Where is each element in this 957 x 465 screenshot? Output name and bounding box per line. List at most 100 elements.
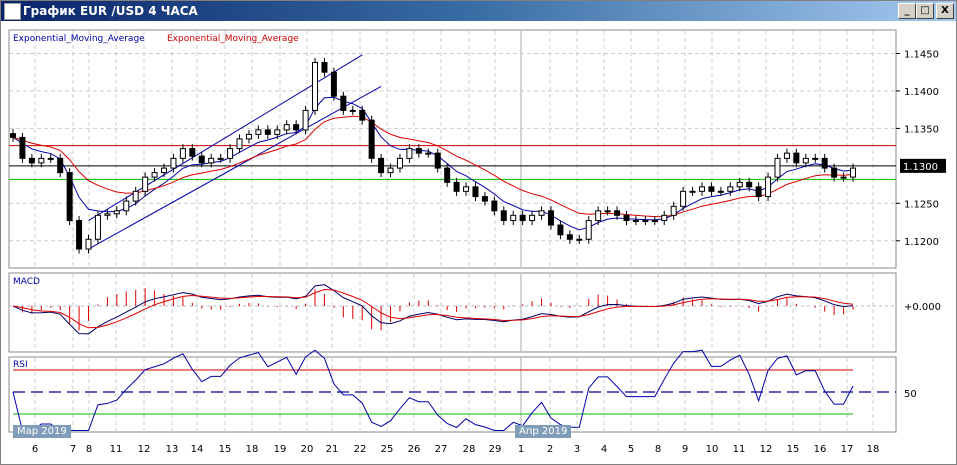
candle-body	[576, 238, 583, 241]
candle-body	[161, 167, 168, 174]
candle-body	[387, 167, 394, 174]
candle-body	[151, 172, 158, 178]
y-tick-label: 1.1200	[904, 237, 939, 248]
candle-body	[170, 157, 177, 169]
candle-body	[76, 220, 83, 250]
candle-body	[104, 213, 111, 216]
candle-body	[453, 181, 460, 192]
candle-body	[434, 152, 441, 169]
rsi-mid-label: 50	[904, 389, 917, 400]
candle-body	[680, 190, 687, 207]
candle-body	[236, 138, 243, 150]
candle-body	[10, 133, 16, 138]
x-tick-label: 15	[219, 444, 232, 455]
candle-body	[491, 200, 498, 212]
candle-body	[755, 186, 762, 198]
x-tick-label: 10	[706, 444, 719, 455]
candle-body	[557, 224, 564, 236]
candle-body	[255, 129, 262, 135]
x-tick-label: 18	[867, 444, 880, 455]
candle-body	[821, 157, 828, 169]
candle-body	[198, 155, 205, 164]
x-tick-label: 2	[547, 444, 553, 455]
candle-body	[595, 210, 602, 222]
candle-body	[359, 109, 366, 121]
x-tick-label: 18	[246, 444, 259, 455]
candle-body	[283, 124, 290, 131]
candle-body	[28, 157, 35, 164]
x-tick-label: 9	[682, 444, 688, 455]
candle-body	[850, 167, 856, 178]
macd-line	[12, 284, 854, 335]
candle-body	[425, 152, 432, 155]
candle-body	[727, 186, 734, 192]
x-tick-label: 11	[110, 444, 123, 455]
month-label-april: Апр 2019	[515, 425, 572, 438]
main-panel-frame	[8, 29, 897, 269]
y-tick-label: 1.1450	[904, 49, 939, 60]
x-tick-label: 20	[301, 444, 314, 455]
macd-label: MACD	[13, 277, 40, 287]
x-tick-label: 3	[574, 444, 580, 455]
x-tick-label: 29	[489, 444, 502, 455]
candle-body	[123, 200, 130, 212]
candle-body	[840, 176, 847, 179]
ema-fast-line	[12, 96, 854, 231]
candle-body	[812, 157, 819, 160]
candle-body	[208, 157, 215, 164]
candle-body	[614, 210, 621, 216]
candle-body	[245, 133, 252, 140]
x-tick-label: 7	[70, 444, 76, 455]
candle-body	[519, 214, 526, 222]
x-tick-label: 22	[354, 444, 367, 455]
x-tick-label: 12	[138, 444, 151, 455]
candle-body	[831, 167, 838, 178]
x-tick-label: 12	[760, 444, 773, 455]
x-tick-label: 25	[381, 444, 394, 455]
candle-body	[330, 71, 337, 97]
candle-body	[340, 95, 347, 111]
candle-body	[698, 186, 705, 192]
x-tick-label: 16	[814, 444, 827, 455]
candle-body	[642, 220, 649, 223]
x-tick-label: 4	[601, 444, 607, 455]
candle-body	[415, 148, 422, 154]
candle-body	[38, 157, 45, 164]
candle-body	[274, 129, 281, 135]
price-chart[interactable]: 6 7 8 11 12 13 14 15 18 19 20 21 22 25 26 27 28 29 1 2 3 4 5 8 9…	[1, 1, 956, 464]
x-tick-label: 19	[274, 444, 287, 455]
candle-body	[604, 210, 611, 213]
x-tick-label: 8	[86, 444, 92, 455]
current-price-label: 1.1300	[903, 162, 938, 173]
candle-body	[793, 152, 800, 164]
candle-body	[802, 157, 809, 164]
macd-panel-frame	[8, 272, 897, 353]
candle-body	[264, 129, 271, 135]
rsi-panel-frame	[8, 356, 897, 433]
candle-body	[293, 124, 300, 131]
y-tick-label: 1.1350	[904, 124, 939, 135]
candle-body	[746, 181, 753, 188]
candle-body	[717, 190, 724, 193]
candle-body	[783, 152, 790, 159]
candle-body	[179, 148, 186, 159]
x-tick-label: 14	[191, 444, 204, 455]
trend-channel-line	[88, 86, 382, 250]
candle-body	[566, 234, 573, 240]
candle-body	[547, 210, 554, 226]
candle-body	[444, 167, 451, 183]
candle-body	[368, 119, 375, 159]
y-tick-label: 1.1250	[904, 199, 939, 210]
x-tick-label: 26	[408, 444, 421, 455]
candle-body	[113, 210, 120, 215]
candle-body	[510, 214, 517, 222]
candle-body	[463, 186, 470, 192]
candle-body	[132, 190, 139, 202]
candle-body	[529, 214, 536, 222]
candle-body	[585, 220, 592, 240]
candle-body	[500, 210, 507, 222]
candle-body	[142, 176, 149, 192]
candle-body	[736, 181, 743, 188]
rsi-label: RSI	[13, 360, 28, 370]
x-tick-label: 17	[841, 444, 854, 455]
